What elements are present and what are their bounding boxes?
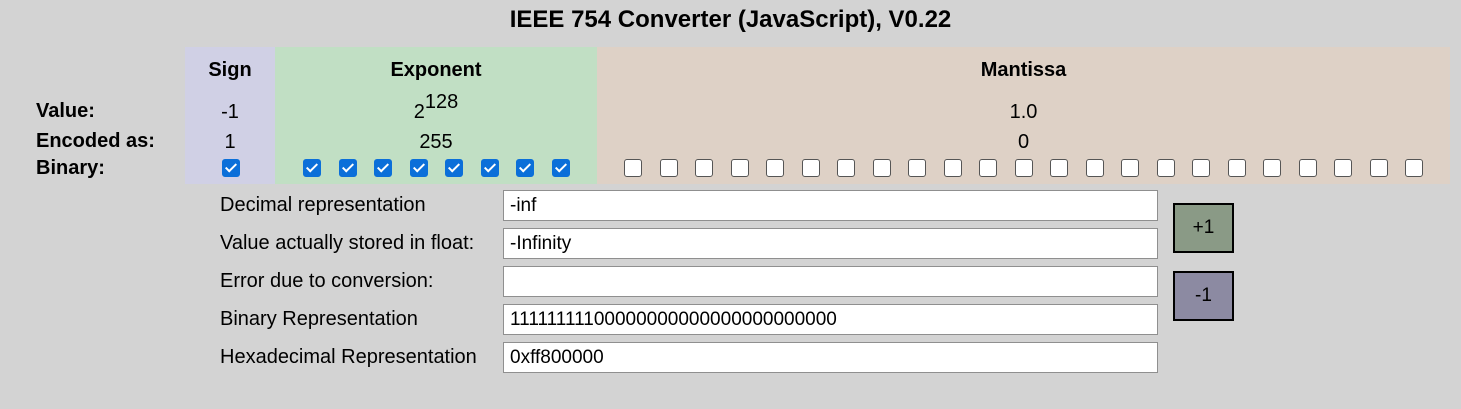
sign-column: Sign -1 1: [185, 47, 275, 184]
increment-button[interactable]: +1: [1173, 203, 1234, 253]
mantissa-bit-checkbox[interactable]: [1298, 159, 1317, 177]
hex-representation-label: Hexadecimal Representation: [220, 346, 477, 368]
mantissa-bit-checkbox[interactable]: [1227, 159, 1246, 177]
mantissa-column: Mantissa 1.0 0: [597, 47, 1450, 184]
decimal-representation-input[interactable]: [503, 190, 1158, 221]
decimal-representation-label: Decimal representation: [220, 194, 426, 216]
mantissa-bit-checkbox[interactable]: [801, 159, 820, 177]
exponent-value-base: 2: [413, 101, 425, 123]
mantissa-encoded: 0: [1017, 131, 1030, 153]
mantissa-bit-checkbox[interactable]: [1263, 159, 1281, 177]
mantissa-bit-checkbox[interactable]: [1405, 159, 1423, 177]
sign-encoded: 1: [224, 131, 236, 153]
conversion-error-label: Error due to conversion:: [220, 270, 434, 292]
exponent-bit-checkbox[interactable]: [551, 159, 570, 177]
mantissa-bit-checkbox[interactable]: [908, 159, 926, 177]
mantissa-bit-checkbox[interactable]: [872, 159, 891, 177]
stored-value-field[interactable]: [503, 228, 1158, 259]
binary-representation-label: Binary Representation: [220, 308, 418, 330]
decrement-button[interactable]: -1: [1173, 271, 1234, 321]
exponent-encoded: 255: [419, 131, 453, 153]
mantissa-bit-checkbox[interactable]: [659, 159, 678, 177]
mantissa-bit-checkbox[interactable]: [837, 159, 855, 177]
mantissa-bit-checkbox[interactable]: [1014, 159, 1033, 177]
binary-representation-input[interactable]: [503, 304, 1158, 335]
stored-value-label: Value actually stored in float:: [220, 232, 475, 254]
mantissa-bit-checkbox[interactable]: [979, 159, 997, 177]
exponent-bit-checkbox[interactable]: [516, 159, 534, 177]
exponent-value: 2128: [275, 91, 597, 124]
exponent-bit-checkbox[interactable]: [338, 159, 357, 177]
exponent-value-power: 128: [424, 91, 459, 113]
mantissa-bit-checkbox[interactable]: [1334, 159, 1352, 177]
mantissa-bit-checkbox[interactable]: [1369, 159, 1388, 177]
mantissa-value: 1.0: [1009, 101, 1038, 123]
mantissa-header: Mantissa: [980, 59, 1067, 81]
mantissa-bit-checkbox[interactable]: [766, 159, 784, 177]
exponent-bit-checkbox[interactable]: [374, 159, 392, 177]
exponent-bit-checkbox[interactable]: [303, 159, 321, 177]
mantissa-bit-checkbox[interactable]: [730, 159, 749, 177]
value-row-label: Value:: [36, 100, 95, 122]
hex-representation-input[interactable]: [503, 342, 1158, 373]
mantissa-bit-checkbox[interactable]: [1050, 159, 1068, 177]
mantissa-bit-checkbox[interactable]: [624, 159, 642, 177]
mantissa-bit-checkbox[interactable]: [943, 159, 962, 177]
exponent-bit-checkbox[interactable]: [445, 159, 463, 177]
mantissa-bit-checkbox[interactable]: [695, 159, 713, 177]
encoded-row-label: Encoded as:: [36, 130, 155, 152]
mantissa-bit-checkbox[interactable]: [1192, 159, 1210, 177]
exponent-header: Exponent: [390, 59, 482, 81]
mantissa-bit-checkbox[interactable]: [1085, 159, 1104, 177]
mantissa-bit-checkbox[interactable]: [1156, 159, 1175, 177]
sign-value: -1: [221, 101, 239, 123]
page-title: IEEE 754 Converter (JavaScript), V0.22: [509, 6, 952, 33]
mantissa-bit-checkbox[interactable]: [1121, 159, 1139, 177]
exponent-bit-checkbox[interactable]: [409, 159, 428, 177]
conversion-error-field[interactable]: [503, 266, 1158, 297]
exponent-bit-checkbox[interactable]: [480, 159, 499, 177]
sign-header: Sign: [208, 59, 252, 81]
exponent-column: Exponent 2128 255: [275, 47, 597, 184]
binary-row-label: Binary:: [36, 157, 105, 179]
sign-bit-checkbox[interactable]: [222, 159, 240, 177]
